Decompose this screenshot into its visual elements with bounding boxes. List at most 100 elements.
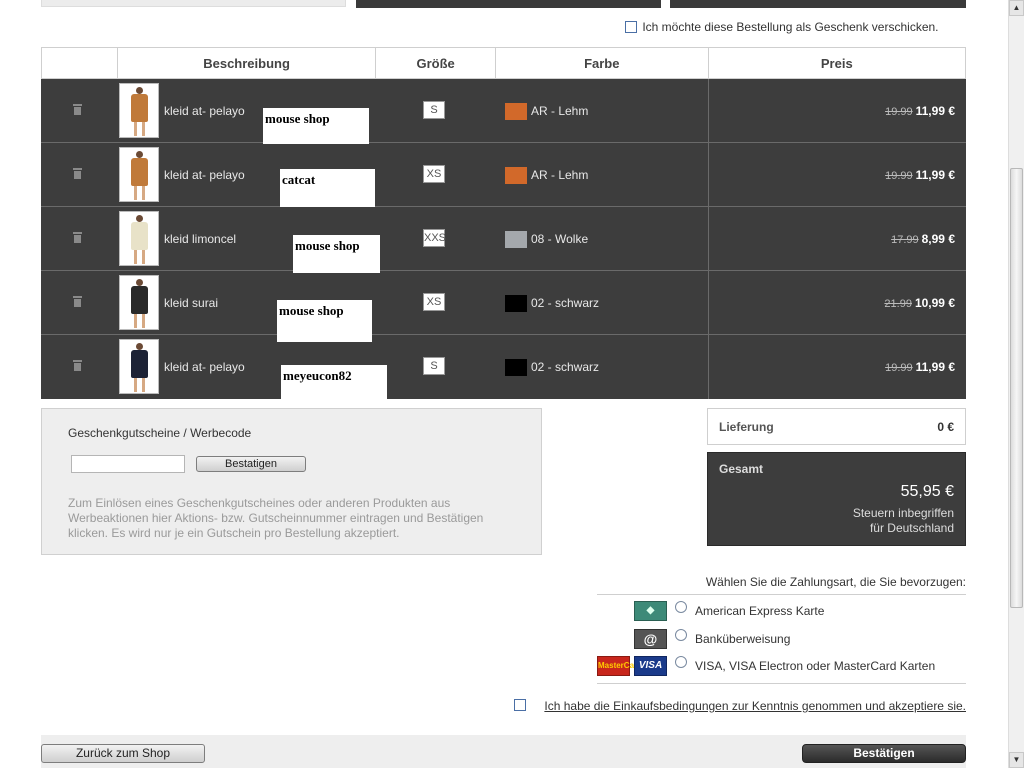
price: 17.99 8,99 € (891, 232, 955, 246)
trash-icon[interactable] (73, 232, 82, 243)
price: 19.99 11,99 € (885, 168, 955, 182)
old-price: 19.99 (885, 106, 913, 118)
header-price: Preis (707, 48, 965, 78)
size-value: XS (423, 293, 445, 311)
gift-label: Ich möchte diese Bestellung als Geschenk… (642, 19, 939, 34)
payment-radio-amex[interactable] (675, 601, 687, 613)
product-name[interactable]: kleid surai (164, 296, 218, 310)
delivery-row: Lieferung 0 € (707, 408, 966, 445)
color-name: AR - Lehm (531, 104, 589, 118)
at-sign-icon: @ (634, 629, 667, 649)
price: 19.99 11,99 € (885, 360, 955, 374)
amex-card-icon: ◆ (634, 601, 667, 621)
terms-label[interactable]: Ich habe die Einkaufsbedingungen zur Ken… (544, 699, 966, 713)
price: 21.99 10,99 € (884, 296, 955, 310)
table-header: Beschreibung Größe Farbe Preis (41, 47, 966, 79)
product-name[interactable]: kleid limoncel (164, 232, 236, 246)
payment-radio-bank[interactable] (675, 629, 687, 641)
top-dark-bar-right (670, 0, 966, 8)
overlay-label: catcat (280, 169, 375, 207)
trash-icon[interactable] (73, 296, 82, 307)
total-value: 55,95 € (900, 483, 954, 500)
overlay-label: mouse shop (263, 108, 369, 144)
color-name: AR - Lehm (531, 168, 589, 182)
product-name[interactable]: kleid at- pelayo (164, 360, 245, 374)
color-swatch (505, 295, 527, 312)
voucher-input[interactable] (71, 455, 185, 473)
product-thumbnail[interactable] (119, 83, 159, 138)
color-swatch (505, 167, 527, 184)
color-name: 08 - Wolke (531, 232, 589, 246)
color-swatch (505, 359, 527, 376)
old-price: 19.99 (885, 362, 913, 374)
current-price: 11,99 € (915, 168, 955, 182)
tax-note: Steuern inbegriffen für Deutschland (853, 506, 954, 536)
back-to-shop-button[interactable]: Zurück zum Shop (41, 744, 205, 763)
terms-checkbox[interactable] (514, 699, 526, 711)
price: 19.99 11,99 € (885, 104, 955, 118)
payment-title: Wählen Sie die Zahlungsart, die Sie bevo… (705, 575, 966, 589)
current-price: 10,99 € (914, 296, 955, 310)
color-swatch (505, 231, 527, 248)
product-thumbnail[interactable] (119, 275, 159, 330)
trash-icon[interactable] (73, 104, 82, 115)
top-dark-bar-left (356, 0, 661, 8)
table-row: kleid at- pelayo S 02 - schwarz 19.99 11,… (41, 335, 966, 399)
confirm-order-button[interactable]: Bestätigen (802, 744, 966, 763)
product-thumbnail[interactable] (119, 211, 159, 266)
size-value: XS (423, 165, 445, 183)
payment-label-bank[interactable]: Banküberweisung (695, 632, 790, 646)
overlay-label: mouse shop (293, 235, 380, 273)
voucher-title: Geschenkgutscheine / Werbecode (68, 426, 252, 440)
visa-icon: VISA (634, 656, 667, 676)
payment-divider-top (597, 594, 966, 595)
header-empty (42, 48, 117, 78)
delivery-value: 0 € (937, 420, 954, 434)
current-price: 11,99 € (915, 104, 955, 118)
current-price: 11,99 € (915, 360, 955, 374)
scrollbar-thumb[interactable] (1010, 168, 1023, 608)
scroll-down-arrow-icon[interactable]: ▼ (1009, 752, 1024, 768)
color-name: 02 - schwarz (531, 296, 600, 310)
scroll-up-arrow-icon[interactable]: ▲ (1009, 0, 1024, 16)
delivery-label: Lieferung (719, 420, 774, 434)
header-size: Größe (375, 48, 495, 78)
overlay-label: meyeucon82 (281, 365, 387, 400)
color-name: 02 - schwarz (531, 360, 600, 374)
total-label: Gesamt (719, 462, 764, 476)
voucher-help-text: Zum Einlösen eines Geschenkgutscheines o… (68, 496, 484, 540)
size-value: S (423, 101, 445, 119)
header-description: Beschreibung (116, 48, 375, 78)
product-name[interactable]: kleid at- pelayo (164, 104, 245, 118)
old-price: 19.99 (885, 170, 913, 182)
size-value: S (423, 357, 445, 375)
overlay-label: mouse shop (277, 300, 372, 342)
payment-label-amex[interactable]: American Express Karte (695, 604, 824, 618)
gift-checkbox[interactable] (625, 20, 637, 33)
cart-table: Beschreibung Größe Farbe Preis kleid at-… (41, 47, 966, 399)
current-price: 8,99 € (921, 232, 955, 246)
top-panel-remnant (41, 0, 346, 7)
trash-icon[interactable] (73, 168, 82, 179)
table-row: kleid surai XS 02 - schwarz 21.99 10,99 € (41, 271, 966, 335)
total-box: Gesamt 55,95 € Steuern inbegriffen für D… (707, 452, 966, 546)
product-name[interactable]: kleid at- pelayo (164, 168, 245, 182)
payment-radio-card[interactable] (675, 656, 687, 668)
tax-line-2: für Deutschland (869, 521, 954, 535)
tax-line-1: Steuern inbegriffen (852, 506, 954, 520)
table-row: kleid limoncel XXS 08 - Wolke 17.99 8,99 … (41, 207, 966, 271)
product-thumbnail[interactable] (119, 339, 159, 394)
vertical-scrollbar[interactable]: ▲ ▼ (1008, 0, 1024, 768)
table-row: kleid at- pelayo XS AR - Lehm 19.99 11,99… (41, 143, 966, 207)
trash-icon[interactable] (73, 360, 82, 371)
mastercard-icon: MasterCard (597, 656, 642, 676)
gift-option[interactable]: Ich möchte diese Bestellung als Geschenk… (625, 19, 939, 34)
header-color: Farbe (495, 48, 708, 78)
payment-divider-bottom (597, 683, 966, 684)
product-thumbnail[interactable] (119, 147, 159, 202)
table-row: kleid at- pelayo S AR - Lehm 19.99 11,99 … (41, 79, 966, 143)
color-swatch (505, 103, 527, 120)
payment-label-card[interactable]: VISA, VISA Electron oder MasterCard Kart… (695, 659, 935, 673)
old-price: 17.99 (891, 234, 919, 246)
voucher-confirm-button[interactable]: Bestatigen (196, 456, 306, 472)
